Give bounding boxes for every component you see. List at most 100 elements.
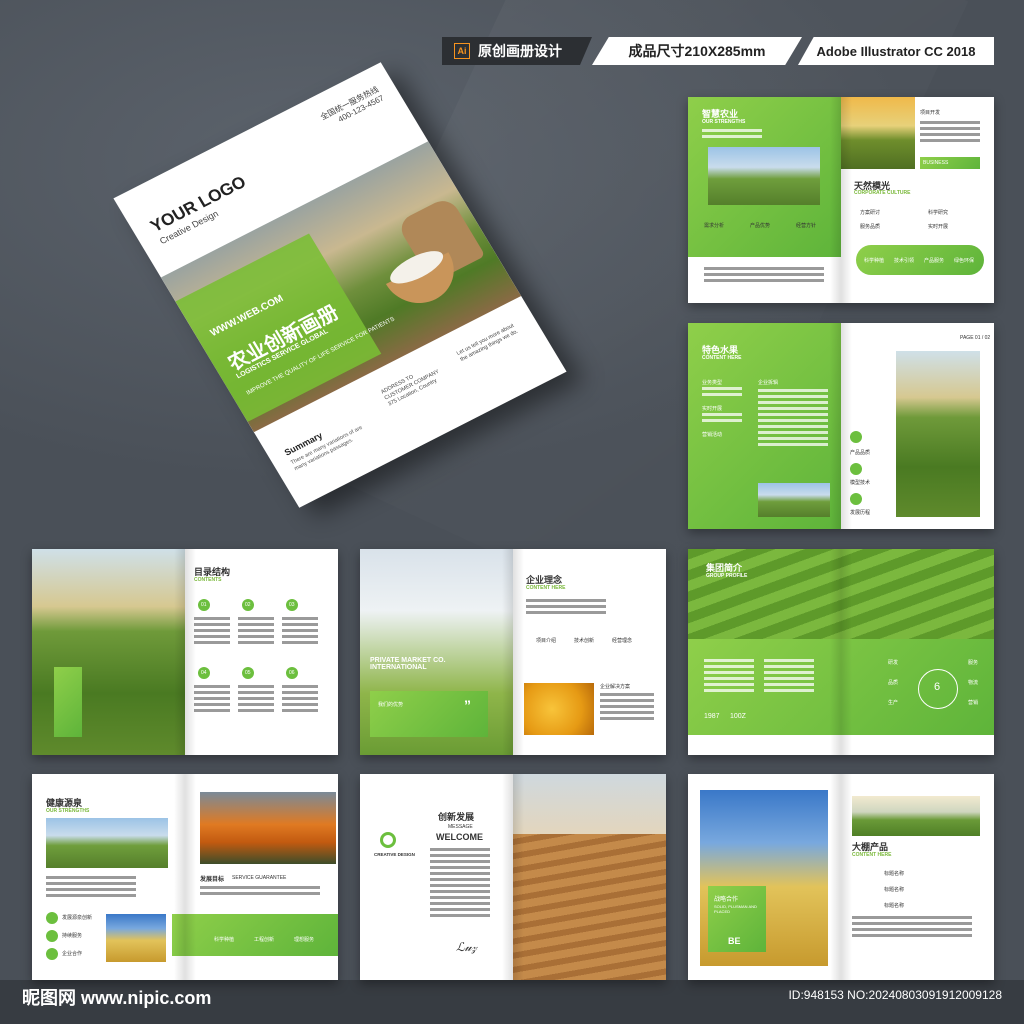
right-item-1: 产品品质 bbox=[850, 450, 871, 456]
text-lines bbox=[238, 617, 274, 647]
section-sub: OUR STRENGTHS bbox=[46, 808, 90, 814]
section-sub: CONTENT HERE bbox=[852, 852, 892, 858]
field-photo bbox=[852, 796, 980, 836]
design-tag: Ai 原创画册设计 bbox=[442, 37, 592, 65]
node-4: 服务 bbox=[968, 660, 979, 666]
text-lines bbox=[282, 685, 318, 715]
gutter-shadow bbox=[830, 549, 852, 755]
text-lines bbox=[852, 916, 972, 940]
icon-label-1: 需求分析 bbox=[704, 223, 725, 229]
software-tag: Adobe Illustrator CC 2018 bbox=[798, 37, 994, 65]
text-lines bbox=[600, 693, 654, 723]
brand-icon bbox=[380, 832, 396, 848]
icon-label-1: 科学种植 bbox=[214, 937, 235, 943]
right-item-3: 发展历程 bbox=[850, 510, 871, 516]
spread-greenhouse-products: 战略合作 SOLID, PLUSMAN AND PLACED BE 大棚产品 C… bbox=[688, 774, 994, 980]
cover-mockup: YOUR LOGO Creative Design 全国统一服务热线 400-1… bbox=[113, 62, 567, 508]
quote-icon: ” bbox=[464, 697, 471, 713]
icon-label-2: 工程创新 bbox=[254, 937, 275, 943]
business-badge: BUSINESS bbox=[920, 157, 980, 169]
num-5: 05 bbox=[245, 670, 251, 676]
right-item-2: 模型技术 bbox=[850, 480, 871, 486]
left-item-3: 营销活动 bbox=[702, 432, 723, 438]
icon-strip bbox=[54, 667, 82, 737]
service-title: 发展目标 bbox=[200, 877, 225, 883]
vineyard-photo bbox=[896, 351, 980, 517]
text-lines bbox=[758, 389, 828, 449]
text-lines bbox=[238, 685, 274, 715]
cover-hotline: 全国统一服务热线 400-123-4567 bbox=[319, 85, 387, 132]
circle-3: 产品服务 bbox=[924, 258, 945, 264]
honey-label: 企业解决方案 bbox=[600, 684, 631, 690]
circle-1: 科学种植 bbox=[864, 258, 885, 264]
spread-smart-agriculture: 智慧农业 OUR STRENGTHS 需求分析 产品优势 经营方针 项目开发 B… bbox=[688, 97, 994, 303]
box-1: 项目介绍 bbox=[536, 638, 557, 644]
overlay-text: PRIVATE MARKET CO. INTERNATIONAL bbox=[370, 657, 446, 671]
list-item-2: 持续服务 bbox=[62, 933, 83, 939]
section-sub: CONTENT HERE bbox=[702, 355, 742, 361]
circle-2: 技术引领 bbox=[894, 258, 915, 264]
brand-sub: CREATIVE DESIGN bbox=[374, 852, 415, 857]
clouds-photo bbox=[46, 818, 168, 868]
left-item-1: 业务类型 bbox=[702, 380, 723, 386]
text-lines bbox=[526, 599, 606, 617]
machine-photo bbox=[200, 792, 336, 864]
text-lines bbox=[704, 267, 824, 285]
year: 1987 bbox=[704, 713, 720, 720]
text-lines bbox=[194, 685, 230, 715]
illustrator-icon: Ai bbox=[454, 43, 470, 59]
num-6: 06 bbox=[289, 670, 295, 676]
cover-address: ADDRESS TO CUSTOMER COMPANY 375 Location… bbox=[380, 359, 453, 409]
spread-philosophy: PRIVATE MARKET CO. INTERNATIONAL 我们的优势 ”… bbox=[360, 549, 666, 755]
size-label: 成品尺寸210X285mm bbox=[628, 43, 766, 59]
num-2: 02 bbox=[245, 602, 251, 608]
sunset-photo bbox=[841, 97, 915, 169]
icon-band bbox=[172, 914, 338, 956]
gutter-shadow bbox=[830, 97, 852, 303]
section-sub: CONTENT HERE bbox=[526, 585, 566, 591]
sky-band bbox=[513, 774, 666, 834]
size-tag: 成品尺寸210X285mm bbox=[592, 37, 802, 65]
spread-contents: 目录结构 CONTENTS 01 02 03 04 05 06 bbox=[32, 549, 338, 755]
text-lines bbox=[194, 617, 230, 647]
circle-4: 绿色环保 bbox=[954, 258, 975, 264]
overlay-title: 战略合作 bbox=[714, 897, 739, 903]
node-3: 生产 bbox=[888, 700, 899, 706]
node-5: 物流 bbox=[968, 680, 979, 686]
list-item-1: 发展源泉创新 bbox=[62, 915, 93, 921]
list-item-3: 企业合作 bbox=[62, 951, 83, 957]
stage: Ai 原创画册设计 成品尺寸210X285mm Adobe Illustrato… bbox=[0, 0, 1024, 1024]
node-2: 品质 bbox=[888, 680, 899, 686]
label-2: 标题名称 bbox=[884, 887, 905, 893]
brochure-cover: YOUR LOGO Creative Design 全国统一服务热线 400-1… bbox=[113, 62, 567, 508]
section-sub: GROUP PROFILE bbox=[706, 573, 748, 579]
box-3: 经营理念 bbox=[612, 638, 633, 644]
software-label: Adobe Illustrator CC 2018 bbox=[816, 43, 976, 59]
text-lines bbox=[702, 129, 762, 141]
text-lines bbox=[200, 886, 320, 898]
label-3: 标题名称 bbox=[884, 903, 905, 909]
icon-label-3: 经营方针 bbox=[796, 223, 817, 229]
signature: ℒ𝓊𝓏 bbox=[456, 940, 477, 954]
message-label: MESSAGE bbox=[448, 824, 473, 830]
footer-site[interactable]: 昵图网 www.nipic.com bbox=[22, 984, 211, 1010]
welcome-label: WELCOME bbox=[436, 832, 483, 842]
text-lines bbox=[46, 876, 136, 900]
cover-letus: Let us tell you more about the amazing t… bbox=[455, 322, 520, 364]
list-icon bbox=[46, 912, 58, 924]
item-2: 科学研究 bbox=[928, 210, 949, 216]
spread-group-profile: 集团简介 GROUP PROFILE 1987 100Z 6 研发 品质 生产 … bbox=[688, 549, 994, 755]
honey-photo bbox=[524, 683, 594, 735]
gutter-shadow bbox=[174, 774, 196, 980]
nature-sub: CORPORATE CULTURE bbox=[854, 190, 911, 196]
node-6: 营销 bbox=[968, 700, 979, 706]
item-3: 服务品质 bbox=[860, 224, 881, 230]
left-item-2: 实时开展 bbox=[702, 406, 723, 412]
text-lines bbox=[764, 659, 814, 695]
section-sub: OUR STRENGTHS bbox=[702, 119, 746, 125]
middle-label: 企业拆辑 bbox=[758, 380, 779, 386]
footer-id: ID:948153 NO:20240803091912009128 bbox=[788, 988, 1002, 1002]
label-1: 标题名称 bbox=[884, 871, 905, 877]
gutter-shadow bbox=[830, 323, 852, 529]
node-1: 研发 bbox=[888, 660, 899, 666]
